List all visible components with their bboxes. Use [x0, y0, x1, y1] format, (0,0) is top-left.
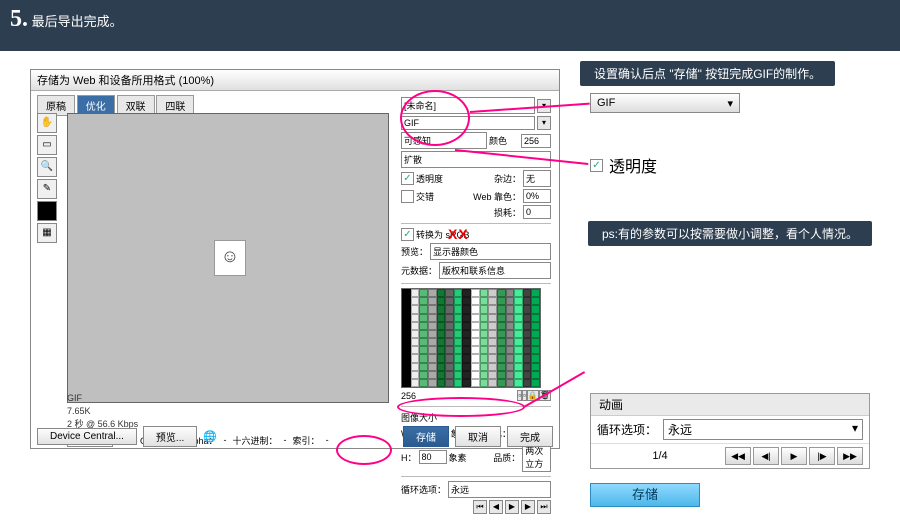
dialog-save-button[interactable]: 存储: [403, 426, 449, 447]
anim-title: 动画: [591, 394, 869, 416]
toggle-icon[interactable]: ▦: [37, 223, 57, 243]
anim-play-icon[interactable]: ▶: [505, 500, 519, 514]
websnap-input[interactable]: 0%: [523, 189, 551, 203]
dialog-done-button[interactable]: 完成: [507, 426, 553, 447]
lossy-label: 损耗：: [494, 206, 521, 219]
swatch-icon[interactable]: [37, 201, 57, 221]
zoom-tool-icon[interactable]: 🔍: [37, 157, 57, 177]
loop-select[interactable]: 永远: [448, 481, 551, 498]
slice-tool-icon[interactable]: ▭: [37, 135, 57, 155]
animation-panel: 动画 循环选项： 永远▾ 1/4 ◀◀ ◀| ▶ |▶ ▶▶: [590, 393, 870, 469]
transparency-checkbox[interactable]: ✓: [401, 172, 414, 185]
chevron-down-icon: ▾: [852, 421, 858, 438]
options-panel: [未命名]▾ GIF▾ 可感知颜色256 扩散 ✓透明度杂边：无 交错Web 靠…: [401, 95, 551, 445]
metadata-label: 元数据：: [401, 264, 437, 277]
save-for-web-dialog: 存储为 Web 和设备所用格式 (100%) 原稿 优化 双联 四联 ✋ ▭ 🔍…: [30, 69, 560, 449]
anim-next-icon[interactable]: ▶: [521, 500, 535, 514]
anim-next-button[interactable]: |▶: [809, 447, 835, 465]
anim-last-button[interactable]: ▶▶: [837, 447, 863, 465]
px-label2: 象素: [449, 451, 467, 464]
eyedropper-tool-icon[interactable]: ✎: [37, 179, 57, 199]
format-select[interactable]: GIF: [401, 116, 535, 130]
preview-canvas: [67, 113, 389, 403]
h-label: H：: [401, 451, 417, 464]
anim-first-button[interactable]: ◀◀: [725, 447, 751, 465]
quality-label: 品质：: [493, 451, 520, 464]
format-arrow-icon[interactable]: ▾: [537, 116, 551, 130]
transparency-label-callout: 透明度: [609, 153, 657, 177]
save-button-callout[interactable]: 存储: [590, 483, 700, 507]
step-title: 最后导出完成。: [32, 14, 123, 29]
dither-select[interactable]: 扩散: [401, 151, 551, 168]
interlace-label: 交错: [416, 190, 434, 203]
lossy-input[interactable]: 0: [523, 205, 551, 219]
chevron-down-icon: ▾: [727, 97, 733, 110]
dialog-cancel-button[interactable]: 取消: [455, 426, 501, 447]
format-dropdown-callout[interactable]: GIF▾: [590, 93, 740, 113]
preview-label: 预览：: [401, 245, 428, 258]
anim-loop-select[interactable]: 永远▾: [663, 419, 863, 440]
loop-label: 循环选项：: [401, 483, 446, 496]
dialog-footer: Device Central... 预览... 🌐 存储 取消 完成: [37, 426, 553, 447]
callout-confirm: 设置确认后点 "存储" 按钮完成GIF的制作。: [580, 61, 835, 86]
preset-menu-icon[interactable]: ▾: [537, 99, 551, 113]
preview-select[interactable]: 显示器颜色: [430, 243, 551, 260]
xx-annotation: XX: [448, 226, 469, 242]
tool-column: ✋ ▭ 🔍 ✎ ▦: [37, 113, 63, 245]
anim-last-icon[interactable]: ⏭: [537, 500, 551, 514]
anim-play-button[interactable]: ▶: [781, 447, 807, 465]
transparency-label: 透明度: [416, 172, 443, 185]
device-central-button[interactable]: Device Central...: [37, 428, 137, 445]
content-area: 存储为 Web 和设备所用格式 (100%) 原稿 优化 双联 四联 ✋ ▭ 🔍…: [0, 51, 900, 531]
dialog-title: 存储为 Web 和设备所用格式 (100%): [31, 70, 559, 91]
transparency-checkbox-callout[interactable]: ✓: [590, 159, 603, 172]
height-input[interactable]: 80: [419, 450, 447, 464]
ct-count: 256: [401, 391, 416, 401]
srgb-checkbox[interactable]: ✓: [401, 228, 414, 241]
anim-prev-icon[interactable]: ◀: [489, 500, 503, 514]
matte-label: 杂边：: [494, 172, 521, 185]
anim-prev-button[interactable]: ◀|: [753, 447, 779, 465]
anim-first-icon[interactable]: ⏮: [473, 500, 487, 514]
websnap-label: Web 靠色：: [473, 190, 521, 203]
matte-select[interactable]: 无: [523, 170, 551, 187]
colors-input[interactable]: 256: [521, 134, 551, 148]
metadata-select[interactable]: 版权和联系信息: [439, 262, 551, 279]
callout-note: ps:有的参数可以按需要做小调整，看个人情况。: [588, 221, 872, 246]
algorithm-select[interactable]: 可感知: [401, 132, 487, 149]
anim-page: 1/4: [597, 450, 723, 462]
preview-button[interactable]: 预览...: [143, 426, 197, 447]
ct-btn-3[interactable]: 🔒: [527, 390, 539, 401]
colors-label: 颜色: [489, 134, 519, 147]
anim-loop-label: 循环选项：: [597, 421, 657, 438]
step-number: 5.: [10, 6, 28, 32]
preset-select[interactable]: [未命名]: [401, 97, 535, 114]
image-size-title: 图像大小: [401, 411, 551, 424]
preview-sprite: [214, 240, 246, 276]
interlace-checkbox[interactable]: [401, 190, 414, 203]
color-table[interactable]: [401, 288, 541, 388]
hand-tool-icon[interactable]: ✋: [37, 113, 57, 133]
ct-btn-4[interactable]: 🗑: [539, 390, 551, 401]
